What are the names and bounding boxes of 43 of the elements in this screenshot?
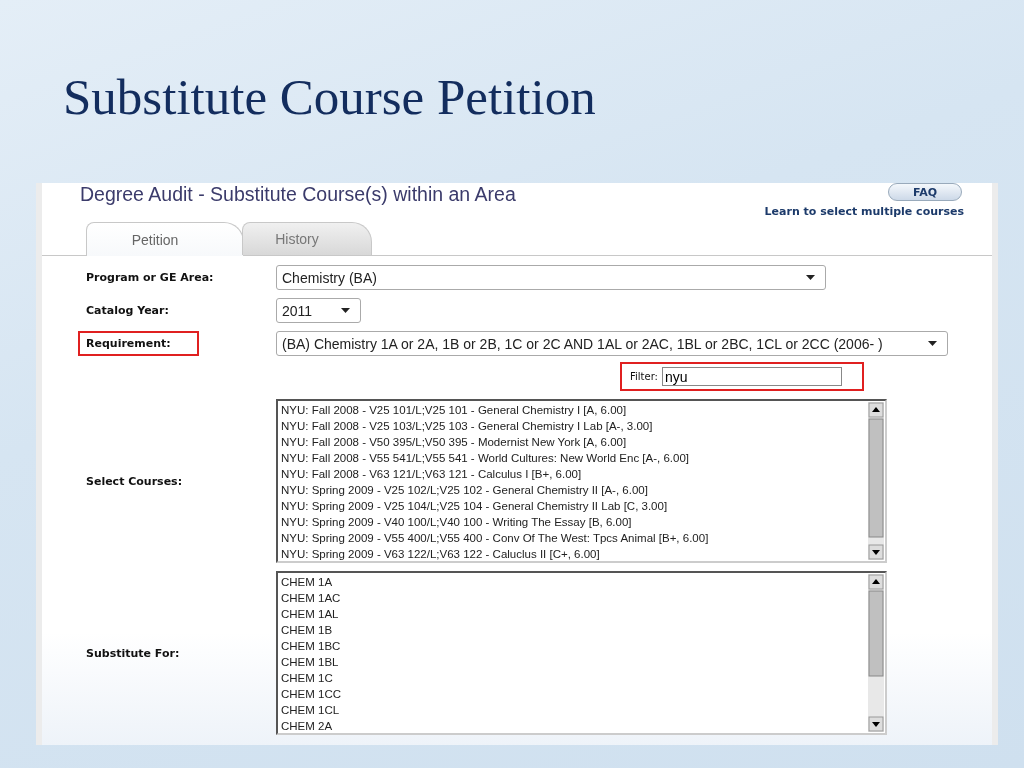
filter-label: Filter: [630, 371, 658, 382]
list-item[interactable]: CHEM 1AL [281, 606, 865, 622]
field-label: Substitute For: [85, 645, 181, 662]
list-item[interactable]: NYU: Fall 2008 - V63 121/L;V63 121 - Calculus I [B+, 6.00] [281, 466, 865, 482]
dropdown[interactable]: Chemistry (BA) [276, 265, 826, 290]
list-box[interactable] [276, 399, 887, 563]
list-item[interactable]: NYU: Spring 2009 - V25 102/L;V25 102 - General Chemistry II [A-, 6.00] [281, 482, 865, 498]
list-item[interactable]: CHEM 2A [281, 718, 865, 734]
caret-icon [806, 275, 815, 280]
list-item[interactable]: NYU: Fall 2008 - V25 103/L;V25 103 - General Chemistry I Lab [A-, 3.00] [281, 418, 865, 434]
field-label: Program or GE Area: [85, 270, 215, 286]
caret-icon [928, 341, 937, 346]
list-item[interactable]: NYU: Fall 2008 - V55 541/L;V55 541 - World Cultures: New World Enc [A-, 6.00] [281, 450, 865, 466]
list-item[interactable]: CHEM 1C [281, 670, 865, 686]
filter-field[interactable]: nyu [661, 367, 842, 386]
list-item[interactable]: NYU: Spring 2009 - V40 100/L;V40 100 - Writing The Essay [B, 6.00] [281, 514, 865, 530]
list-item[interactable]: CHEM 1AC [281, 590, 865, 606]
list-item[interactable]: CHEM 1A [281, 574, 865, 590]
help-link[interactable]: Learn to select multiple courses [764, 205, 964, 218]
list-item[interactable]: CHEM 1CL [281, 702, 865, 718]
caret-icon [341, 308, 350, 313]
scrollbar[interactable] [868, 402, 884, 560]
list-item[interactable]: CHEM 1B [281, 622, 865, 638]
slide-title: Substitute Course Petition [62, 68, 597, 127]
field-label: Requirement: [78, 331, 199, 356]
list-item[interactable]: CHEM 1BL [281, 654, 865, 670]
list-item[interactable]: NYU: Spring 2009 - V63 122/L;V63 122 - Caluclus II [C+, 6.00] [281, 546, 865, 562]
scrollbar[interactable] [868, 574, 884, 732]
dropdown[interactable]: 2011 [276, 298, 361, 323]
list-item[interactable]: NYU: Spring 2009 - V25 104/L;V25 104 - General Chemistry II Lab [C, 3.00] [281, 498, 865, 514]
list-item[interactable]: CHEM 1CC [281, 686, 865, 702]
list-box[interactable]: CHEM 1A CHEM 1AC CHEM 1AL CHEM 1B CHEM 1BC CHEM 1BL CHEM 1C CHEM 1CC CHEM 1CL CHEM 2A [276, 571, 887, 735]
faq-button[interactable]: FAQ [888, 183, 962, 201]
field-label: Select Courses: [85, 473, 184, 490]
tab[interactable]: Petition [86, 222, 244, 256]
dropdown[interactable]: (BA) Chemistry 1A or 2A, 1B or 2B, 1C or 2C AND 1AL or 2AC, 1BL or 2BC, 1CL or 2CC (2006- ) [276, 331, 948, 356]
list-item[interactable]: NYU: Fall 2008 - V25 101/L;V25 101 - General Chemistry I [A, 6.00] [281, 402, 865, 418]
tab[interactable]: History [242, 222, 372, 255]
field-label: Catalog Year: [85, 303, 170, 319]
page-title: Degree Audit - Substitute Course(s) within an Area [80, 183, 516, 207]
list-item[interactable]: NYU: Spring 2009 - V55 400/L;V55 400 - Conv Of The West: Tpcs Animal [B+, 6.00] [281, 530, 865, 546]
list-item[interactable]: NYU: Fall 2008 - V50 395/L;V50 395 - Modernist New York [A, 6.00] [281, 434, 865, 450]
list-item[interactable]: CHEM 1BC [281, 638, 865, 654]
